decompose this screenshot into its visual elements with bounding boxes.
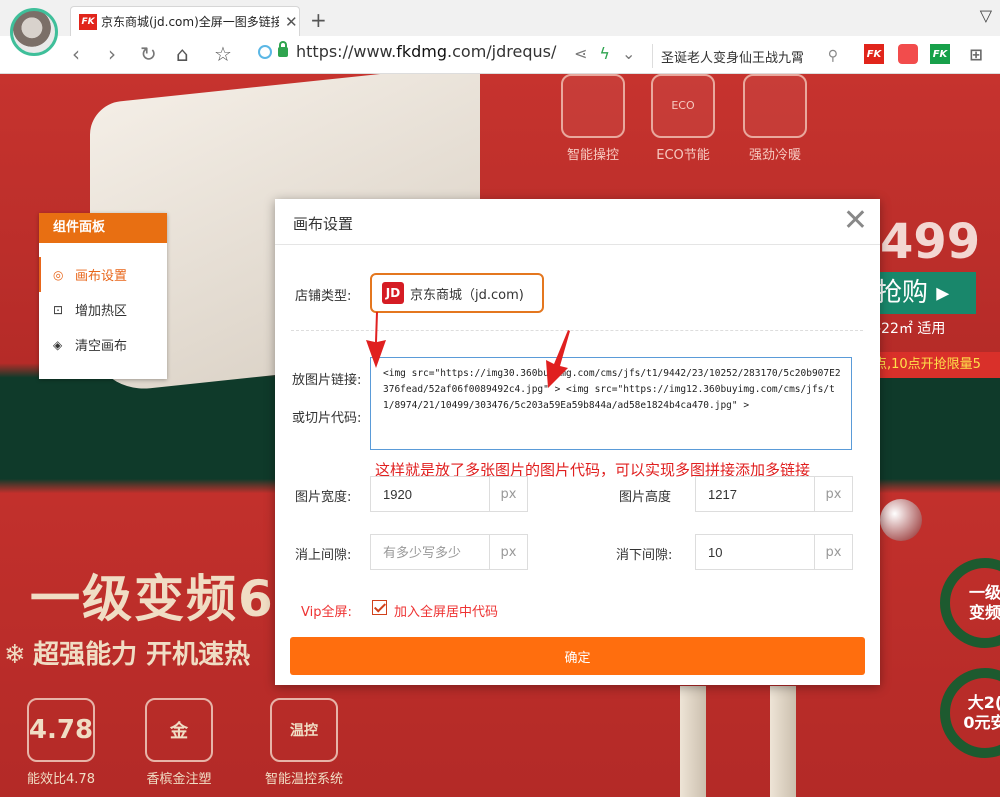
canvas-settings-dialog: 画布设置 ✕ 店铺类型: JD 京东商城（jd.com) 放图片链接: 或切片代…: [275, 199, 880, 685]
user-avatar[interactable]: [10, 8, 58, 56]
ring-badge-inverter: 一级 变频: [940, 558, 1000, 648]
component-panel: 组件面板 ◎ 画布设置 ⊡ 增加热区 ◈ 清空画布: [39, 213, 167, 379]
bottom-gap-input[interactable]: [696, 535, 814, 569]
efficiency-icon: 4.78: [27, 698, 95, 762]
confirm-button[interactable]: 确定: [290, 637, 865, 675]
eraser-icon: ◈: [53, 337, 63, 352]
width-label: 图片宽度:: [295, 490, 352, 505]
ornament-ball: [880, 499, 922, 541]
snowflake-sun-icon: [743, 74, 807, 138]
height-label: 图片高度: [619, 490, 672, 505]
badge-efficiency: 4.78 能效比4.78: [26, 698, 96, 787]
search-icon[interactable]: ⚲: [828, 48, 838, 64]
panel-item-clear-canvas[interactable]: ◈ 清空画布: [39, 327, 167, 362]
top-gap-label: 消上间隙:: [295, 548, 352, 563]
new-tab-button[interactable]: +: [310, 8, 327, 32]
speed-mode-icon[interactable]: ϟ: [599, 44, 610, 63]
lock-icon: [278, 40, 288, 57]
vip-fullscreen-label: Vip全屏:: [301, 605, 352, 620]
center-code-checkbox[interactable]: [372, 600, 387, 615]
window-menu-icon[interactable]: ▽: [980, 6, 992, 25]
promo-banner: 点,10点开抢限量5: [866, 352, 1000, 378]
site-logo-icon: FK: [79, 13, 97, 30]
buy-now-button[interactable]: 抢购 ▸: [866, 272, 976, 314]
buy-subtitle: -22㎡ 适用: [876, 321, 946, 337]
pillar-decoration: [680, 686, 706, 797]
address-bar: ‹ › ↻ ⌂ ☆ https://www.fkdmg.com/jdrequs/…: [0, 36, 1000, 74]
top-gap-unit: px: [489, 535, 527, 569]
close-icon[interactable]: ✕: [843, 206, 868, 236]
panel-title: 组件面板: [39, 213, 167, 243]
bottom-gap-unit: px: [814, 535, 852, 569]
forward-icon[interactable]: ›: [108, 42, 116, 66]
apps-grid-icon[interactable]: ⊞: [966, 44, 986, 64]
browser-tab[interactable]: FK 京东商城(jd.com)全屏一图多链接 ✕: [70, 6, 300, 36]
height-field: px: [695, 476, 853, 512]
settings-icon: ◎: [53, 267, 64, 282]
bookmark-star-icon[interactable]: ☆: [214, 42, 232, 66]
code-label-2: 或切片代码:: [292, 411, 362, 426]
smart-control-icon: [561, 74, 625, 138]
dropdown-chevron-icon[interactable]: ⌄: [622, 44, 635, 63]
image-code-textarea[interactable]: <img src="https://img30.360buyimg.com/cm…: [370, 357, 852, 450]
pillar-decoration: [770, 686, 796, 797]
home-icon[interactable]: ⌂: [176, 42, 189, 66]
store-type-label: 店铺类型:: [295, 289, 352, 304]
fk-extension-icon[interactable]: FK: [864, 44, 884, 64]
temp-control-icon: 温控: [270, 698, 338, 762]
share-icon[interactable]: ⋖: [574, 44, 587, 63]
dialog-title: 画布设置: [275, 199, 880, 245]
bottom-gap-field: px: [695, 534, 853, 570]
gold-icon: 金: [145, 698, 213, 762]
center-code-checkbox-label[interactable]: 加入全屏居中代码: [394, 601, 498, 620]
tab-close-icon[interactable]: ✕: [285, 13, 298, 31]
url-field[interactable]: https://www.fkdmg.com/jdrequs/: [258, 40, 557, 61]
subline: ❄ 超强能力 开机速热: [4, 640, 251, 670]
price-display: 499: [880, 214, 981, 270]
reload-icon[interactable]: ↻: [140, 42, 157, 66]
feature-heat-cool: 强劲冷暖: [740, 74, 810, 163]
height-input[interactable]: [696, 477, 814, 511]
panel-item-add-hotspot[interactable]: ⊡ 增加热区: [39, 292, 167, 327]
headline: 一级变频6(: [30, 570, 300, 628]
snowflake-icon: ❄: [4, 640, 26, 670]
tab-bar: FK 京东商城(jd.com)全屏一图多链接 ✕ + ▽: [0, 0, 1000, 36]
search-input[interactable]: 圣诞老人变身仙王战九霄 ⚲: [652, 44, 838, 68]
eco-icon: ECO: [651, 74, 715, 138]
height-unit: px: [814, 477, 852, 511]
top-gap-input[interactable]: [371, 535, 489, 569]
annotation-arrow-left: [366, 312, 386, 368]
feature-smart-control: 智能操控: [558, 74, 628, 163]
address-tools: ⋖ ϟ ⌄: [574, 44, 635, 63]
tab-title: 京东商城(jd.com)全屏一图多链接: [101, 15, 279, 29]
width-field: px: [370, 476, 528, 512]
jd-logo-icon: JD: [382, 282, 404, 304]
code-label-1: 放图片链接:: [292, 373, 362, 388]
annotation-arrow-right: [546, 330, 570, 388]
feature-eco: ECO ECO节能: [648, 74, 718, 163]
panel-item-canvas-settings[interactable]: ◎ 画布设置: [39, 257, 167, 292]
url-text: https://www.fkdmg.com/jdrequs/: [296, 42, 557, 61]
top-gap-field: px: [370, 534, 528, 570]
ring-badge-install: 大2( 0元安: [940, 668, 1000, 758]
badge-temp-control: 温控 智能温控系统: [262, 698, 346, 787]
width-input[interactable]: [371, 477, 489, 511]
store-type-jd-button[interactable]: JD 京东商城（jd.com): [370, 273, 544, 313]
extension-icon[interactable]: [898, 44, 918, 64]
back-icon[interactable]: ‹: [72, 42, 80, 66]
hotspot-icon: ⊡: [53, 302, 64, 317]
fk-green-extension-icon[interactable]: FK: [930, 44, 950, 64]
badge-champagne-gold: 金 香槟金注塑: [144, 698, 214, 787]
security-shield-icon: [258, 44, 272, 59]
bottom-gap-label: 消下间隙:: [616, 548, 673, 563]
width-unit: px: [489, 477, 527, 511]
